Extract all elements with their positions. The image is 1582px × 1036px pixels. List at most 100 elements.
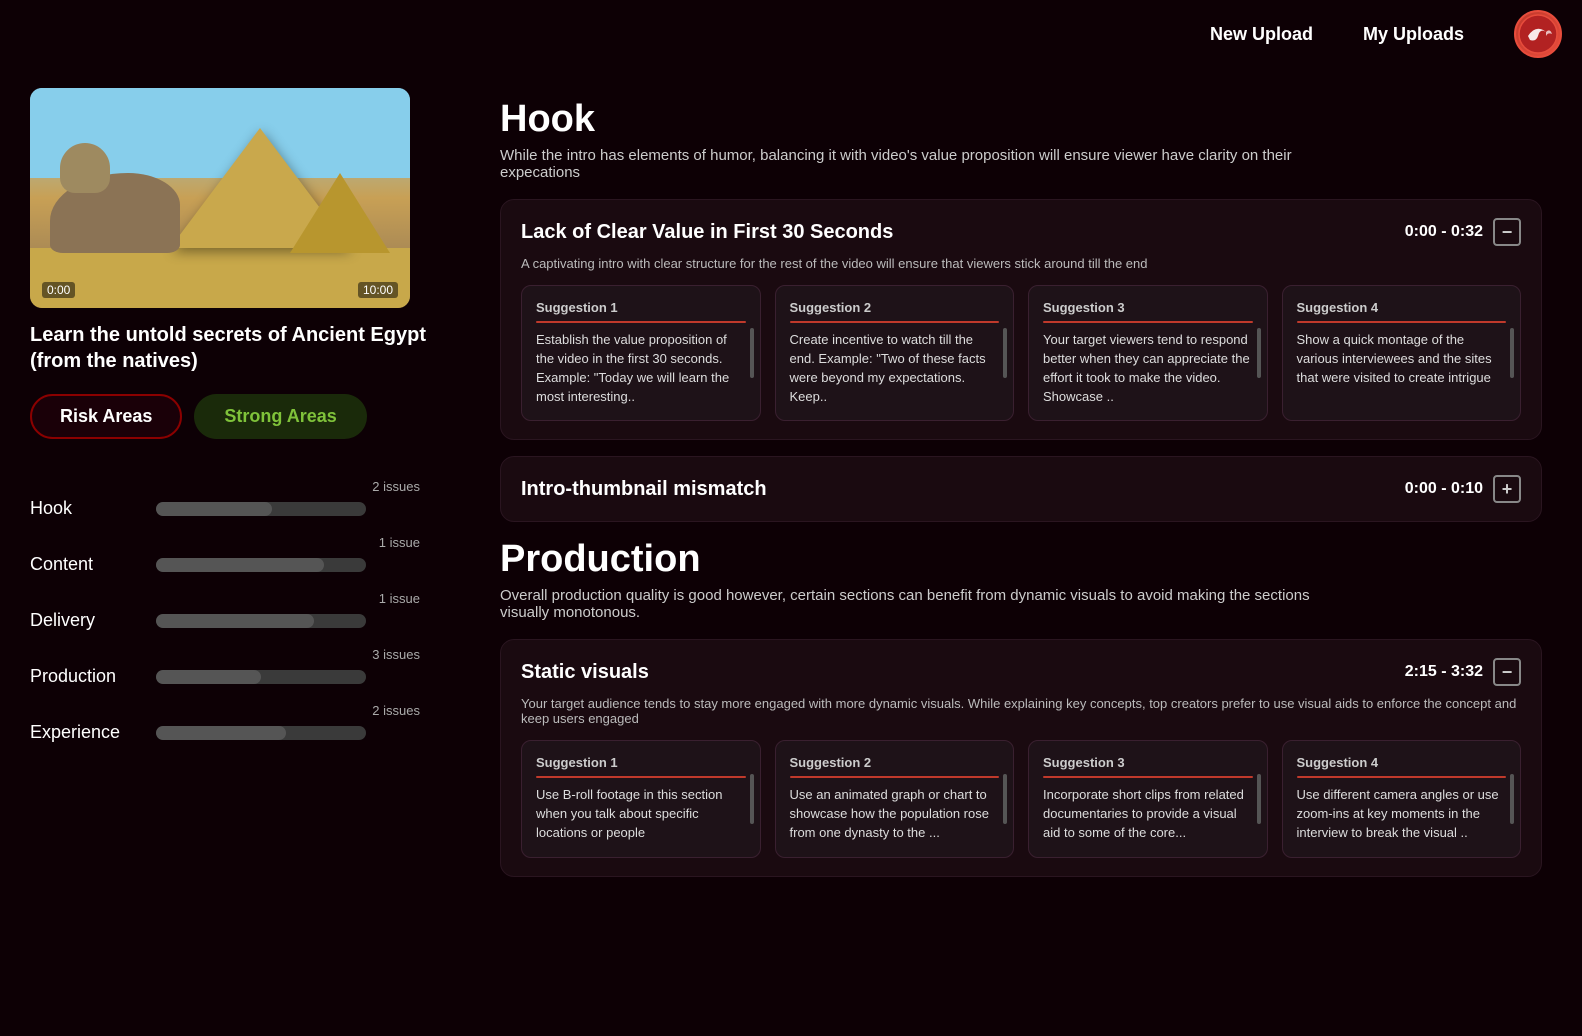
production-issue-1-desc: Your target audience tends to stay more … [521, 696, 1521, 726]
hook-issue-2-time: 0:00 - 0:10 + [1405, 475, 1521, 503]
video-time-start: 0:00 [42, 282, 75, 298]
production-label: Production [30, 666, 140, 687]
production-issue-card-1: Static visuals 2:15 - 3:32 − Your target… [500, 639, 1542, 877]
hook-suggestion-3-text: Your target viewers tend to respond bett… [1043, 331, 1253, 406]
production-suggestion-4-label: Suggestion 4 [1297, 755, 1507, 770]
hook-suggestion-1-text: Establish the value proposition of the v… [536, 331, 746, 406]
hook-suggestion-4-label: Suggestion 4 [1297, 300, 1507, 315]
content-issue-count: 1 issue [30, 535, 420, 550]
hook-issue-1-collapse-btn[interactable]: − [1493, 218, 1521, 246]
hook-suggestion-3-scroll [1257, 328, 1261, 378]
hook-label: Hook [30, 498, 140, 519]
hook-issue-card-1-header: Lack of Clear Value in First 30 Seconds … [521, 218, 1521, 246]
experience-bar-fill [156, 726, 286, 740]
production-suggestion-2-text: Use an animated graph or chart to showca… [790, 786, 1000, 843]
production-suggestion-2-divider [790, 776, 1000, 778]
hook-issue-2-expand-btn[interactable]: + [1493, 475, 1521, 503]
hook-suggestion-1-scroll [750, 328, 754, 378]
experience-issue-count: 2 issues [30, 703, 420, 718]
avatar[interactable] [1514, 10, 1562, 58]
video-time-end: 10:00 [358, 282, 398, 298]
delivery-issue-count: 1 issue [30, 591, 420, 606]
production-suggestion-1-label: Suggestion 1 [536, 755, 746, 770]
delivery-bar-bg [156, 614, 366, 628]
hook-suggestion-1-divider [536, 321, 746, 323]
production-bar-bg [156, 670, 366, 684]
hook-suggestion-2-divider [790, 321, 1000, 323]
production-suggestion-2: Suggestion 2 Use an animated graph or ch… [775, 740, 1015, 858]
hook-issue-card-2: Intro-thumbnail mismatch 0:00 - 0:10 + [500, 456, 1542, 522]
hook-suggestion-1: Suggestion 1 Establish the value proposi… [521, 285, 761, 421]
hook-suggestions-row: Suggestion 1 Establish the value proposi… [521, 285, 1521, 421]
production-suggestion-3-scroll [1257, 774, 1261, 824]
content-bar-fill [156, 558, 324, 572]
production-suggestion-4-text: Use different camera angles or use zoom-… [1297, 786, 1507, 843]
hook-suggestion-2-text: Create incentive to watch till the end. … [790, 331, 1000, 406]
production-issue-1-collapse-btn[interactable]: − [1493, 658, 1521, 686]
content-bar-bg [156, 558, 366, 572]
main-layout: 0:00 10:00 Learn the untold secrets of A… [0, 68, 1582, 923]
hook-issue-1-time: 0:00 - 0:32 − [1405, 218, 1521, 246]
production-section-desc: Overall production quality is good howev… [500, 587, 1320, 621]
issue-row-hook: 2 issues Hook [30, 479, 430, 519]
video-title: Learn the untold secrets of Ancient Egyp… [30, 322, 430, 374]
hook-suggestion-3-divider [1043, 321, 1253, 323]
production-suggestion-1-scroll [750, 774, 754, 824]
hook-section-desc: While the intro has elements of humor, b… [500, 147, 1320, 181]
hook-suggestion-2-scroll [1003, 328, 1007, 378]
experience-bar-bg [156, 726, 366, 740]
hook-suggestion-1-label: Suggestion 1 [536, 300, 746, 315]
hook-suggestion-4-text: Show a quick montage of the various inte… [1297, 331, 1507, 388]
production-suggestion-2-scroll [1003, 774, 1007, 824]
hook-issue-count: 2 issues [30, 479, 420, 494]
hook-suggestion-4-scroll [1510, 328, 1514, 378]
hook-issue-2-title: Intro-thumbnail mismatch [521, 478, 767, 501]
production-suggestions-row: Suggestion 1 Use B-roll footage in this … [521, 740, 1521, 858]
production-issue-card-1-header: Static visuals 2:15 - 3:32 − [521, 658, 1521, 686]
hook-suggestion-4: Suggestion 4 Show a quick montage of the… [1282, 285, 1522, 421]
new-upload-link[interactable]: New Upload [1210, 24, 1313, 45]
production-suggestion-1: Suggestion 1 Use B-roll footage in this … [521, 740, 761, 858]
issue-row-delivery: 1 issue Delivery [30, 591, 430, 631]
production-suggestion-3-divider [1043, 776, 1253, 778]
production-suggestion-1-divider [536, 776, 746, 778]
hook-suggestion-3: Suggestion 3 Your target viewers tend to… [1028, 285, 1268, 421]
sidebar: 0:00 10:00 Learn the untold secrets of A… [0, 68, 460, 923]
video-thumbnail[interactable]: 0:00 10:00 [30, 88, 410, 308]
risk-areas-tab[interactable]: Risk Areas [30, 394, 182, 439]
production-suggestion-3-label: Suggestion 3 [1043, 755, 1253, 770]
strong-areas-tab[interactable]: Strong Areas [194, 394, 366, 439]
my-uploads-link[interactable]: My Uploads [1363, 24, 1464, 45]
hook-issue-1-title: Lack of Clear Value in First 30 Seconds [521, 221, 893, 244]
delivery-label: Delivery [30, 610, 140, 631]
production-suggestion-4-divider [1297, 776, 1507, 778]
hook-issue-card-1: Lack of Clear Value in First 30 Seconds … [500, 199, 1542, 440]
production-suggestion-2-label: Suggestion 2 [790, 755, 1000, 770]
hook-bar-fill [156, 502, 272, 516]
production-section-title: Production [500, 538, 1542, 581]
production-issue-1-title: Static visuals [521, 661, 649, 684]
production-suggestion-4: Suggestion 4 Use different camera angles… [1282, 740, 1522, 858]
experience-label: Experience [30, 722, 140, 743]
issue-row-experience: 2 issues Experience [30, 703, 430, 743]
hook-suggestion-3-label: Suggestion 3 [1043, 300, 1253, 315]
header-nav: New Upload My Uploads [1210, 10, 1562, 58]
production-suggestion-1-text: Use B-roll footage in this section when … [536, 786, 746, 843]
issue-row-content: 1 issue Content [30, 535, 430, 575]
tab-row: Risk Areas Strong Areas [30, 394, 430, 439]
hook-suggestion-4-divider [1297, 321, 1507, 323]
issue-row-production: 3 issues Production [30, 647, 430, 687]
production-bar-fill [156, 670, 261, 684]
hook-suggestion-2: Suggestion 2 Create incentive to watch t… [775, 285, 1015, 421]
hook-bar-bg [156, 502, 366, 516]
header: New Upload My Uploads [0, 0, 1582, 68]
production-suggestion-3: Suggestion 3 Incorporate short clips fro… [1028, 740, 1268, 858]
production-issue-1-time: 2:15 - 3:32 − [1405, 658, 1521, 686]
delivery-bar-fill [156, 614, 314, 628]
hook-section-title: Hook [500, 98, 1542, 141]
issue-bars: 2 issues Hook 1 issue Content [30, 469, 430, 743]
production-issue-count: 3 issues [30, 647, 420, 662]
content-label: Content [30, 554, 140, 575]
production-suggestion-4-scroll [1510, 774, 1514, 824]
hook-suggestion-2-label: Suggestion 2 [790, 300, 1000, 315]
